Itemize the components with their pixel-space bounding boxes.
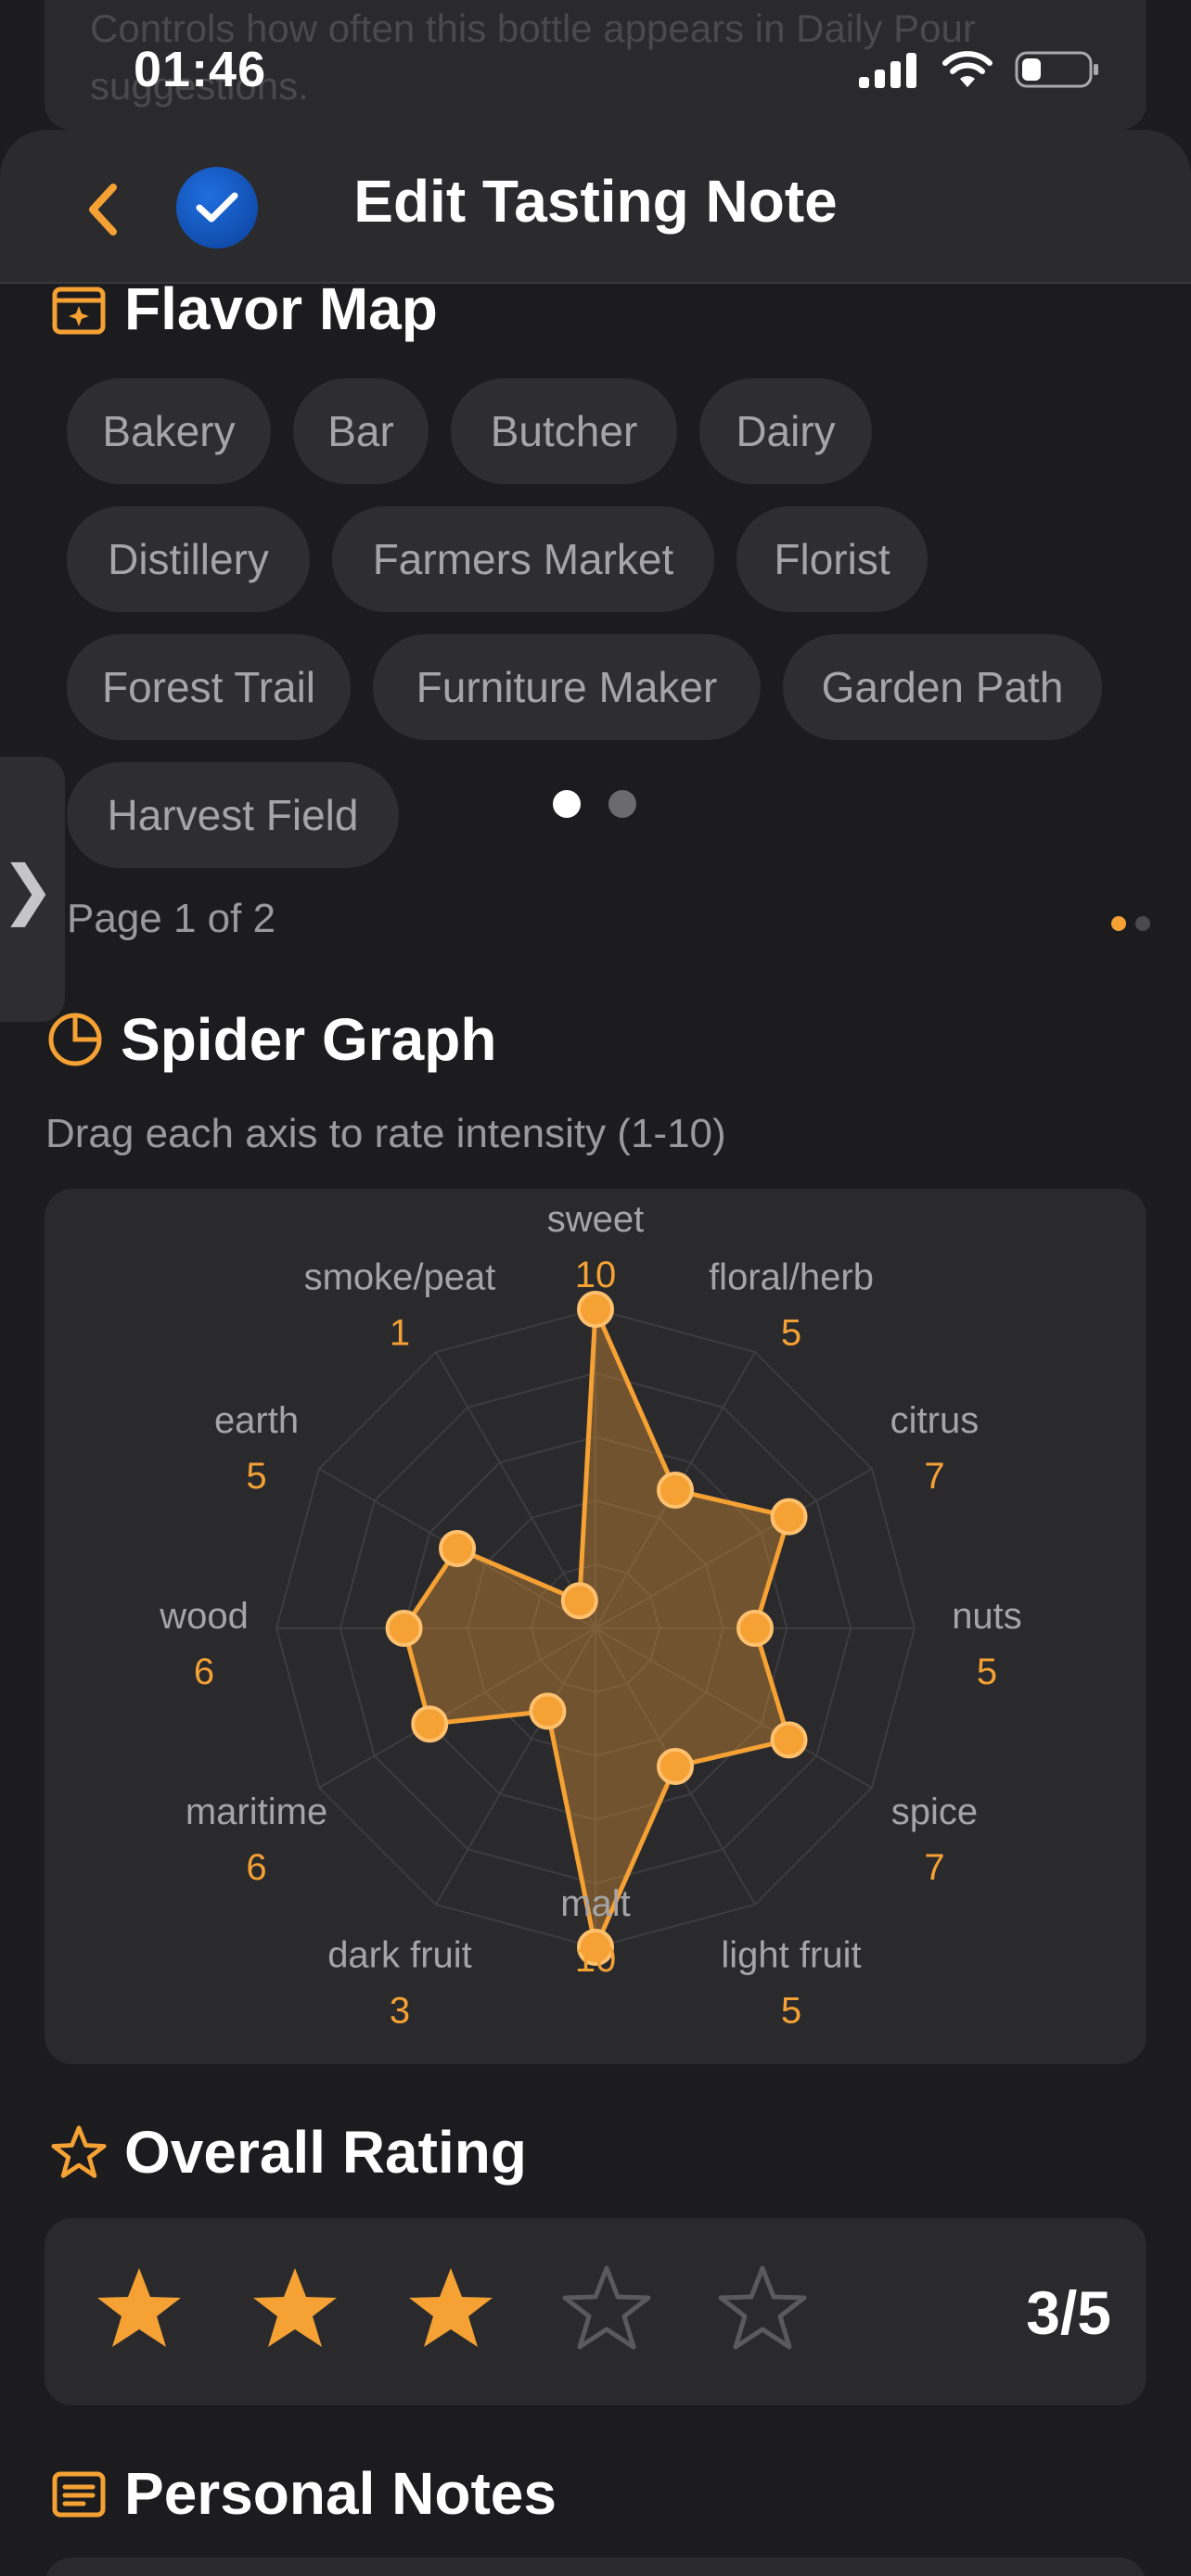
radar-axis-value: 5 — [781, 1313, 801, 1354]
radar-point-citrus[interactable] — [770, 1498, 808, 1536]
radar-axis-label: malt — [560, 1883, 631, 1924]
overall-rating-title: Overall Rating — [124, 2119, 527, 2186]
flavor-chip[interactable]: Dairy — [699, 378, 872, 484]
star-outline-icon — [50, 2123, 108, 2181]
personal-notes-title: Personal Notes — [124, 2460, 557, 2527]
radar-point-wood[interactable] — [385, 1610, 423, 1647]
radar-point-floral-herb[interactable] — [657, 1472, 694, 1510]
star-filled-icon[interactable] — [93, 2263, 186, 2355]
radar-point-sweet[interactable] — [577, 1291, 614, 1328]
radar-data-area — [402, 1307, 792, 1950]
pie-chart-icon — [46, 1011, 104, 1068]
radar-axis-label: spice — [891, 1792, 978, 1832]
flavor-chip[interactable]: Bar — [293, 378, 429, 484]
flavor-chip[interactable]: Florist — [736, 506, 928, 612]
radar-axis-label: nuts — [952, 1596, 1022, 1637]
radar-point-nuts[interactable] — [736, 1610, 774, 1647]
radar-axis-value: 10 — [575, 1939, 617, 1980]
page-label: Page 1 of 2 — [67, 896, 276, 941]
radar-axis-value: 1 — [390, 1313, 410, 1354]
rating-value: 3/5 — [1026, 2278, 1111, 2347]
radar-axis-label: light fruit — [721, 1934, 861, 1975]
radar-axis-label: maritime — [186, 1792, 327, 1832]
star-filled-icon[interactable] — [404, 2263, 497, 2355]
cellular-signal-icon — [859, 53, 916, 88]
mini-page-indicator — [1111, 916, 1150, 931]
radar-axis-label: earth — [214, 1400, 299, 1441]
radar-point-spice[interactable] — [770, 1721, 808, 1759]
radar-axis-value: 7 — [924, 1456, 944, 1497]
flavor-map-title: Flavor Map — [124, 275, 438, 342]
mini-dot-active — [1111, 916, 1126, 931]
radar-axis-value: 3 — [390, 1990, 410, 2031]
spider-graph-card: sweet 10 floral/herb 5 citrus 7 nuts 5 spice 7 lig… — [45, 1189, 1146, 2064]
rating-card: 3/5 — [45, 2218, 1146, 2405]
radar-axis-label: wood — [159, 1596, 249, 1637]
chip-page-indicator[interactable] — [553, 790, 636, 818]
radar-axis-label: sweet — [547, 1199, 645, 1240]
radar-axis-value: 6 — [246, 1847, 266, 1888]
radar-axis-value: 5 — [246, 1456, 266, 1497]
flavor-chip[interactable]: Harvest Field — [67, 762, 399, 868]
flavor-chip[interactable]: Garden Path — [783, 634, 1102, 740]
wifi-icon — [942, 51, 992, 87]
radar-axis-value: 10 — [575, 1255, 617, 1295]
mini-dot — [1135, 916, 1150, 931]
spider-graph-title: Spider Graph — [121, 1006, 497, 1073]
radar-point-light fruit[interactable] — [657, 1747, 694, 1785]
chevron-right-icon: ❯ — [0, 853, 56, 925]
status-time: 01:46 — [134, 42, 267, 97]
personal-notes-field[interactable] — [45, 2557, 1146, 2576]
flavor-chip[interactable]: Butcher — [451, 378, 677, 484]
star-empty-icon[interactable] — [560, 2263, 653, 2355]
flavor-chip[interactable]: Distillery — [67, 506, 310, 612]
star-empty-icon[interactable] — [716, 2263, 809, 2355]
flavor-chip[interactable]: Farmers Market — [332, 506, 714, 612]
radar-axis-value: 5 — [781, 1990, 801, 2031]
flavor-chip[interactable]: Bakery — [67, 378, 271, 484]
radar-point-dark fruit[interactable] — [529, 1692, 567, 1730]
radar-axis-label: floral/herb — [709, 1257, 874, 1298]
spider-graph-subtitle: Drag each axis to rate intensity (1-10) — [45, 1111, 726, 1156]
radar-axis-value: 6 — [194, 1651, 214, 1692]
radar-point-smoke-peat[interactable] — [560, 1582, 598, 1620]
status-icons — [859, 50, 1100, 89]
battery-icon — [1015, 51, 1098, 88]
page-title: Edit Tasting Note — [353, 168, 838, 235]
flavor-chip[interactable]: Furniture Maker — [373, 634, 761, 740]
notes-icon — [50, 2465, 108, 2522]
sparkle-box-icon — [50, 280, 108, 338]
flavor-chip[interactable]: Forest Trail — [67, 634, 351, 740]
spider-graph-chart[interactable]: sweet 10 floral/herb 5 citrus 7 nuts 5 spice 7 lig… — [45, 1189, 1146, 2064]
flavor-map-header: Flavor Map — [50, 274, 438, 343]
spider-graph-header: Spider Graph — [46, 1005, 496, 1074]
radar-axis-value: 7 — [924, 1847, 944, 1888]
overall-rating-header: Overall Rating — [50, 2118, 527, 2187]
side-drawer-handle[interactable]: ❯ — [0, 757, 65, 1022]
nav-bar: Edit Tasting Note — [0, 130, 1191, 284]
radar-axis-label: dark fruit — [327, 1934, 472, 1975]
radar-axis-label: citrus — [890, 1400, 980, 1441]
page-dot[interactable] — [608, 790, 636, 818]
radar-axis-value: 5 — [977, 1651, 997, 1692]
personal-notes-header: Personal Notes — [50, 2459, 557, 2528]
star-filled-icon[interactable] — [249, 2263, 341, 2355]
radar-point-earth[interactable] — [439, 1530, 477, 1567]
page-dot-active[interactable] — [553, 790, 581, 818]
radar-axis-label: smoke/peat — [304, 1257, 496, 1298]
radar-point-maritime[interactable] — [411, 1705, 449, 1743]
